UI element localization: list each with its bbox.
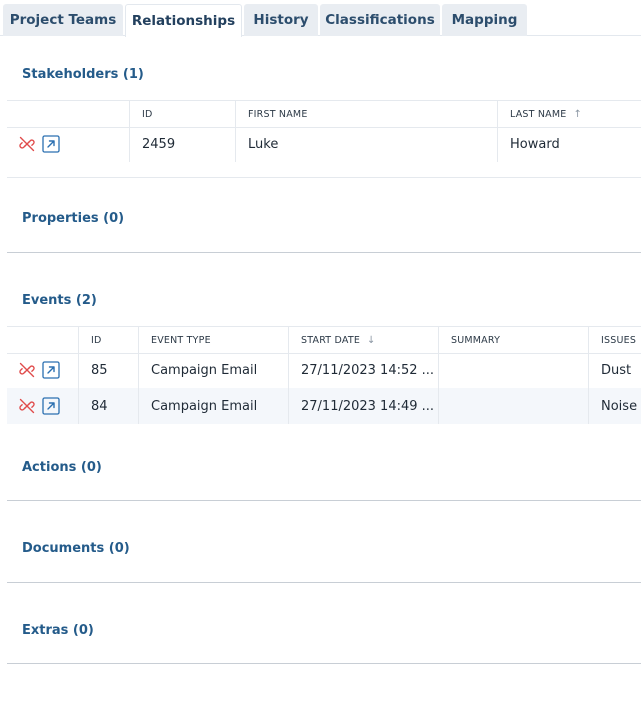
stakeholders-title[interactable]: Stakeholders (1) <box>22 67 144 82</box>
events-title[interactable]: Events (2) <box>22 293 97 308</box>
cell-id: 2459 <box>129 126 234 162</box>
column-header-id[interactable]: ID <box>129 101 234 127</box>
cell-summary <box>438 352 588 388</box>
table-row[interactable]: 2459 Luke Howard <box>7 126 641 162</box>
sort-ascending-icon[interactable]: ↑ <box>573 109 582 120</box>
tab-project-teams[interactable]: Project Teams <box>3 4 123 36</box>
open-external-icon[interactable] <box>42 135 60 153</box>
cell-last-name: Howard <box>497 126 641 162</box>
cell-event-type: Campaign Email <box>138 388 288 424</box>
cell-summary <box>438 388 588 424</box>
table-row[interactable]: 85 Campaign Email 27/11/2023 14:52 ... D… <box>7 352 641 388</box>
column-header-id[interactable]: ID <box>78 327 138 353</box>
cell-start-date: 27/11/2023 14:52 ... <box>288 352 438 388</box>
column-header-issues[interactable]: ISSUES <box>588 327 641 353</box>
cell-first-name: Luke <box>235 126 497 162</box>
events-table-header: ID EVENT TYPE START DATE ↓ SUMMARY ISSUES <box>7 326 641 354</box>
open-external-icon[interactable] <box>42 397 60 415</box>
section-divider <box>7 582 641 583</box>
actions-title[interactable]: Actions (0) <box>22 460 102 475</box>
table-row[interactable]: 84 Campaign Email 27/11/2023 14:49 ... N… <box>7 388 641 424</box>
tab-mapping[interactable]: Mapping <box>442 4 527 36</box>
column-header-summary[interactable]: SUMMARY <box>438 327 588 353</box>
extras-title[interactable]: Extras (0) <box>22 623 94 638</box>
column-header-last-name[interactable]: LAST NAME ↑ <box>497 101 641 127</box>
open-external-icon[interactable] <box>42 361 60 379</box>
cell-event-type: Campaign Email <box>138 352 288 388</box>
tab-classifications[interactable]: Classifications <box>320 4 440 36</box>
cell-issues: Noise <box>588 388 641 424</box>
documents-title[interactable]: Documents (0) <box>22 541 130 556</box>
column-header-first-name[interactable]: FIRST NAME <box>235 101 497 127</box>
tab-relationships[interactable]: Relationships <box>125 4 242 37</box>
column-header-event-type[interactable]: EVENT TYPE <box>138 327 288 353</box>
section-divider <box>7 252 641 253</box>
unlink-icon[interactable] <box>18 397 36 415</box>
events-table: ID EVENT TYPE START DATE ↓ SUMMARY ISSUES… <box>7 326 641 426</box>
tab-history[interactable]: History <box>244 4 318 36</box>
column-header-start-date[interactable]: START DATE ↓ <box>288 327 438 353</box>
cell-start-date: 27/11/2023 14:49 ... <box>288 388 438 424</box>
stakeholders-table: ID FIRST NAME LAST NAME ↑ 2459 Luke Howar… <box>7 100 641 178</box>
unlink-icon[interactable] <box>18 361 36 379</box>
sort-descending-icon[interactable]: ↓ <box>367 335 376 346</box>
section-divider <box>7 663 641 664</box>
table-bottom-border <box>7 177 641 178</box>
unlink-icon[interactable] <box>18 135 36 153</box>
properties-title[interactable]: Properties (0) <box>22 211 124 226</box>
stakeholders-table-header: ID FIRST NAME LAST NAME ↑ <box>7 100 641 128</box>
tab-bar: Project Teams Relationships History Clas… <box>0 0 641 37</box>
cell-issues: Dust <box>588 352 641 388</box>
cell-id: 85 <box>78 352 138 388</box>
cell-id: 84 <box>78 388 138 424</box>
section-divider <box>7 500 641 501</box>
